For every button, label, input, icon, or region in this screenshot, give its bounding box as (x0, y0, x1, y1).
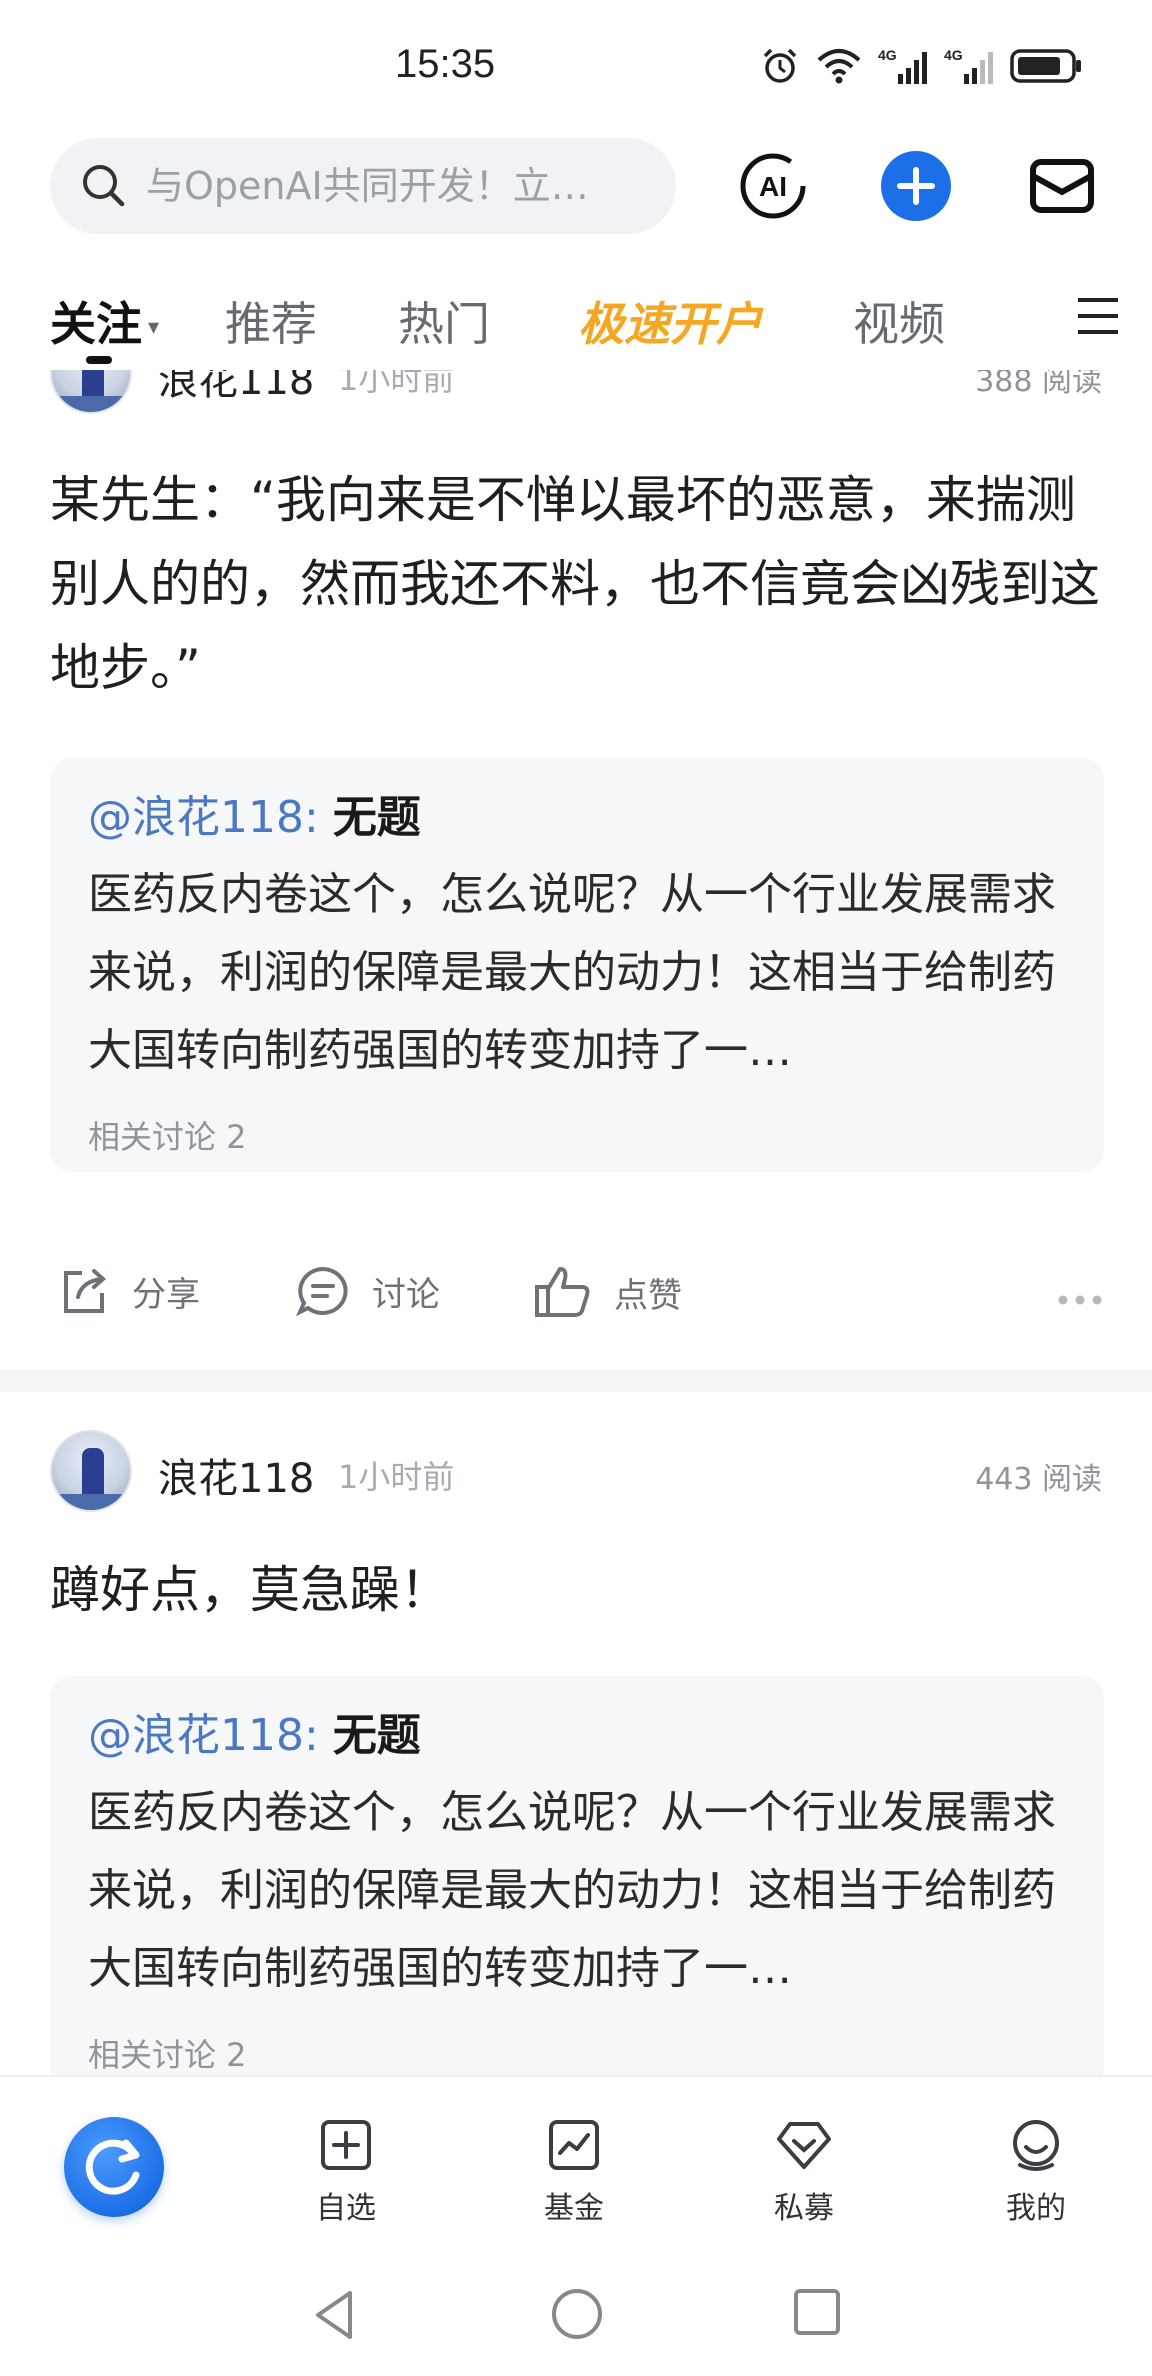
tabbar-watchlist[interactable]: 自选 (286, 2117, 406, 2227)
feed: 浪花118 1小时前 388 阅读 某先生：“我向来是不惮以最坏的恶意，来揣测别… (0, 370, 1152, 2075)
category-tabs: 关注 ▾ 推荐 热门 极速开户 视频 (0, 270, 1152, 370)
discuss-label: 讨论 (372, 1274, 440, 1315)
post-time: 1小时前 (338, 370, 455, 398)
search-input[interactable] (146, 164, 616, 208)
share-icon (64, 1269, 107, 1313)
tab-recommend[interactable]: 推荐 (225, 288, 317, 354)
quote-user-link[interactable]: @浪花118: (88, 792, 319, 843)
quoted-post-card[interactable]: @浪花118: 无题 医药反内卷这个，怎么说呢？从一个行业发展需求来说，利润的保障… (50, 1676, 1104, 2075)
search-row: AI (0, 130, 1152, 250)
quote-header: @浪花118: 无题 (88, 788, 1066, 848)
active-tab-indicator (86, 356, 112, 364)
tabbar-fund[interactable]: 基金 (514, 2117, 634, 2227)
search-box[interactable] (50, 138, 676, 234)
thumbs-up-icon (535, 1267, 590, 1317)
post-actions: 分享 讨论 点赞 (50, 1265, 1102, 1335)
post-body[interactable]: 某先生：“我向来是不惮以最坏的恶意，来揣测别人的的，然而我还不料，也不信竟会凶残… (50, 458, 1110, 710)
tabbar-watchlist-label: 自选 (316, 2191, 376, 2226)
menu-icon[interactable] (1072, 290, 1124, 342)
network-type-label-1: 4G (878, 47, 897, 63)
tabbar-profile-label: 我的 (1006, 2191, 1066, 2226)
bottom-tab-bar: 自选 基金 私募 我的 (0, 2075, 1152, 2255)
quoted-post-card[interactable]: @浪花118: 无题 医药反内卷这个，怎么说呢？从一个行业发展需求来说，利润的保障… (50, 758, 1104, 1172)
quote-text: 医药反内卷这个，怎么说呢？从一个行业发展需求来说，利润的保障是最大的动力！这相当… (88, 1787, 1056, 1994)
ai-label: AI (759, 171, 787, 202)
caret-down-icon: ▾ (148, 315, 160, 340)
search-icon (83, 165, 125, 207)
related-discussions[interactable]: 相关讨论 2 (88, 1112, 1066, 1158)
quote-user-link[interactable]: @浪花118: (88, 1710, 319, 1761)
back-icon[interactable] (310, 2287, 358, 2343)
ai-assistant-icon[interactable]: AI (737, 150, 809, 222)
battery-icon (1010, 49, 1081, 83)
related-discussions[interactable]: 相关讨论 2 (88, 2030, 1066, 2075)
fund-chart-icon (549, 2120, 599, 2170)
status-icons: 4G 4G (760, 44, 1082, 88)
comment-icon (296, 1266, 348, 1317)
tabbar-fund-label: 基金 (544, 2191, 604, 2226)
quote-title: 无题 (332, 1710, 421, 1761)
add-square-icon (321, 2120, 371, 2170)
cellular-signal-icon-2: 4G (944, 47, 993, 84)
author-name[interactable]: 浪花118 (158, 370, 314, 406)
wifi-icon (817, 49, 861, 84)
tab-quick-account[interactable]: 极速开户 (578, 288, 762, 354)
tab-follow[interactable]: 关注 ▾ (50, 288, 159, 354)
tab-video[interactable]: 视频 (853, 288, 945, 354)
read-count: 443 阅读 (975, 1462, 1102, 1497)
alarm-icon (763, 48, 797, 83)
status-time: 15:35 (395, 42, 496, 86)
avatar[interactable] (50, 1430, 132, 1512)
tabbar-private-fund[interactable]: 私募 (744, 2117, 864, 2227)
network-type-label-2: 4G (944, 47, 963, 63)
read-count: 388 阅读 (975, 370, 1102, 399)
home-icon[interactable] (550, 2287, 604, 2341)
tab-hot[interactable]: 热门 (398, 288, 490, 354)
cellular-signal-icon: 4G (878, 47, 927, 84)
share-label: 分享 (132, 1274, 200, 1315)
add-post-icon[interactable] (880, 150, 952, 222)
like-button[interactable]: 点赞 (534, 1265, 682, 1319)
recent-apps-icon[interactable] (792, 2287, 842, 2337)
tab-follow-label: 关注 (50, 297, 142, 351)
like-label: 点赞 (614, 1275, 682, 1316)
status-bar: 15:35 4G 4G (0, 0, 1152, 130)
mail-icon[interactable] (1026, 150, 1098, 222)
avatar[interactable] (50, 370, 132, 414)
refresh-button[interactable] (64, 2117, 164, 2217)
more-options-icon[interactable] (1058, 1295, 1102, 1305)
share-button[interactable]: 分享 (58, 1265, 200, 1317)
post-divider (0, 1370, 1152, 1392)
post-meta: 浪花118 1小时前 443 阅读 (50, 1430, 1102, 1516)
author-name[interactable]: 浪花118 (158, 1446, 314, 1504)
post-body[interactable]: 蹲好点，莫急躁！ (50, 1548, 1110, 1632)
system-nav-bar (0, 2255, 1152, 2376)
post-meta: 浪花118 1小时前 388 阅读 (50, 370, 1102, 418)
tabbar-profile[interactable]: 我的 (976, 2117, 1096, 2227)
quote-header: @浪花118: 无题 (88, 1706, 1066, 1766)
discuss-button[interactable]: 讨论 (296, 1265, 440, 1317)
quote-text: 医药反内卷这个，怎么说呢？从一个行业发展需求来说，利润的保障是最大的动力！这相当… (88, 869, 1056, 1076)
profile-icon (1013, 2120, 1059, 2171)
quote-title: 无题 (332, 792, 421, 843)
refresh-icon (85, 2139, 140, 2195)
post-time: 1小时前 (338, 1458, 455, 1496)
private-fund-icon (777, 2122, 831, 2169)
tabbar-private-fund-label: 私募 (774, 2191, 834, 2226)
